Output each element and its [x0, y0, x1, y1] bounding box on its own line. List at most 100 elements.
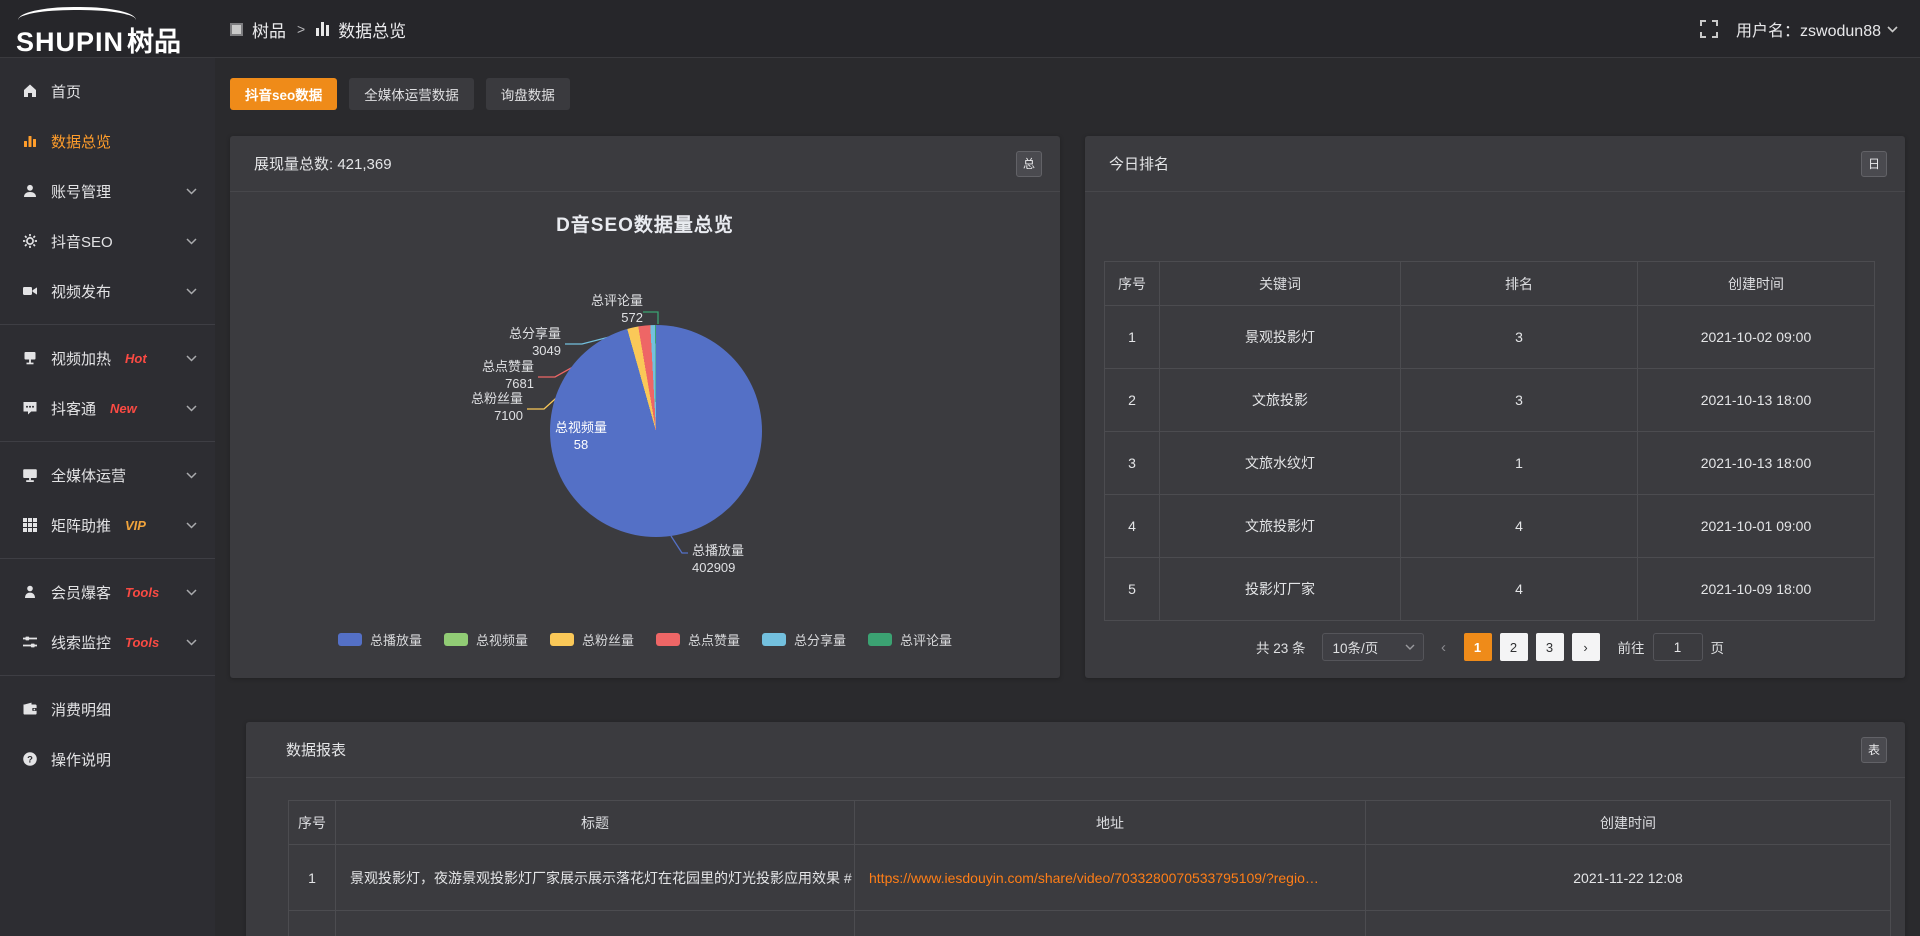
goto-page-input[interactable] [1653, 633, 1703, 661]
legend-label: 总播放量 [370, 630, 422, 649]
chevron-down-icon [186, 589, 197, 596]
user-menu[interactable]: 用户名：zswodun88 [1736, 17, 1898, 41]
monitor-icon [22, 467, 38, 483]
chevron-down-icon [186, 472, 197, 479]
legend-label: 总点赞量 [688, 630, 740, 649]
heat-icon [22, 350, 38, 366]
sidebar-item-label: 矩阵助推 [51, 515, 111, 536]
legend-label: 总视频量 [476, 630, 528, 649]
chevron-down-icon [1405, 644, 1415, 650]
tab-2[interactable]: 全媒体运营数据 [349, 78, 474, 110]
sidebar-item-2[interactable]: 数据总览 [0, 116, 215, 166]
report-table: 序号标题地址创建时间1景观投影灯，夜游景观投影灯厂家展示展示落花灯在花园里的灯光… [288, 800, 1891, 936]
sidebar-item-label: 首页 [51, 81, 81, 102]
sidebar-item-11[interactable]: 线索监控 Tools [0, 617, 215, 667]
data-report-panel: 数据报表 表 序号标题地址创建时间1景观投影灯，夜游景观投影灯厂家展示展示落花灯… [246, 722, 1905, 936]
page-button-2[interactable]: 2 [1500, 633, 1528, 661]
legend-item[interactable]: 总点赞量 [656, 630, 740, 649]
report-panel-title: 数据报表 [286, 739, 346, 760]
tab-1[interactable]: 抖音seo数据 [230, 78, 337, 110]
prev-page-button[interactable]: ‹ [1432, 639, 1456, 656]
legend-swatch [868, 633, 892, 646]
sidebar-item-4[interactable]: 抖音SEO [0, 216, 215, 266]
today-ranking-panel: 今日排名 日 序号关键词排名创建时间1景观投影灯32021-10-02 09:0… [1085, 136, 1905, 678]
pie-label-1: 总播放量402909 [692, 542, 744, 576]
home-icon [22, 83, 38, 99]
legend-item[interactable]: 总评论量 [868, 630, 952, 649]
breadcrumb-home[interactable]: 树品 [252, 17, 286, 42]
sidebar-item-badge: Tools [125, 635, 159, 650]
sidebar-item-9[interactable]: 矩阵助推VIP [0, 500, 215, 550]
table-cell: 4 [1105, 495, 1160, 558]
sidebar-item-8[interactable]: 全媒体运营 [0, 450, 215, 500]
user-icon [22, 183, 38, 199]
table-cell: 2021-10-01 09:00 [1638, 495, 1875, 558]
sidebar-item-label: 视频加热 [51, 348, 111, 369]
sidebar-divider [0, 324, 215, 325]
legend-swatch [338, 633, 362, 646]
sidebar-item-badge: Tools [125, 585, 159, 600]
tab-3[interactable]: 询盘数据 [486, 78, 570, 110]
table-cell: 3 [1105, 432, 1160, 495]
sidebar-item-12[interactable]: 消费明细 [0, 684, 215, 734]
chart-legend: 总播放量 总视频量 总粉丝量 总点赞量 总分享量 总评论量 [230, 630, 1060, 649]
next-page-button[interactable]: › [1572, 633, 1600, 661]
legend-swatch [656, 633, 680, 646]
column-header: 标题 [336, 801, 855, 845]
sidebar-menu: 首页数据总览账号管理抖音SEO视频发布视频加热Hot抖客通New全媒体运营矩阵助… [0, 58, 215, 936]
sidebar-item-label: 消费明细 [51, 699, 111, 720]
chat-icon [22, 400, 38, 416]
sidebar-item-label: 抖客通 [51, 398, 96, 419]
table-row: 5投影灯厂家42021-10-09 18:00 [1105, 558, 1875, 621]
report-link[interactable]: https://www.iesdouyin.com/share/video/70… [869, 870, 1319, 886]
breadcrumb-home-icon [230, 23, 243, 36]
table-cell: 2021-10-13 18:00 [1638, 369, 1875, 432]
page-button-3[interactable]: 3 [1536, 633, 1564, 661]
day-view-button[interactable]: 日 [1861, 151, 1887, 177]
sidebar-item-7[interactable]: 抖客通 New [0, 383, 215, 433]
sidebar-item-1[interactable]: 首页 [0, 66, 215, 116]
sidebar-item-5[interactable]: 视频发布 [0, 266, 215, 316]
table-view-button[interactable]: 表 [1861, 737, 1887, 763]
goto-suffix: 页 [1711, 637, 1725, 657]
total-view-button[interactable]: 总 [1016, 151, 1042, 177]
breadcrumb: 树品 > 数据总览 [230, 0, 406, 58]
data-source-tabs: 抖音seo数据全媒体运营数据询盘数据 [230, 78, 570, 110]
sidebar-item-badge: New [110, 401, 137, 416]
column-header: 序号 [289, 801, 336, 845]
ranking-table: 序号关键词排名创建时间1景观投影灯32021-10-02 09:002文旅投影3… [1104, 261, 1875, 621]
legend-label: 总粉丝量 [582, 630, 634, 649]
sidebar-item-6[interactable]: 视频加热Hot [0, 333, 215, 383]
chevron-down-icon [186, 522, 197, 529]
pie-label-3: 总粉丝量7100 [471, 390, 523, 424]
legend-swatch [550, 633, 574, 646]
table-cell: 1 [1401, 432, 1638, 495]
page-size-select[interactable]: 10条/页 [1322, 633, 1424, 661]
legend-item[interactable]: 总粉丝量 [550, 630, 634, 649]
fullscreen-icon[interactable] [1700, 20, 1718, 38]
legend-swatch [444, 633, 468, 646]
sidebar-divider [0, 675, 215, 676]
legend-item[interactable]: 总分享量 [762, 630, 846, 649]
sidebar-item-13[interactable]: ?操作说明 [0, 734, 215, 784]
sidebar-item-3[interactable]: 账号管理 [0, 166, 215, 216]
sidebar-item-10[interactable]: 会员爆客Tools [0, 567, 215, 617]
table-cell: 3 [1401, 369, 1638, 432]
table-row: 1景观投影灯32021-10-02 09:00 [1105, 306, 1875, 369]
table-cell: 2021-10-02 09:00 [1638, 306, 1875, 369]
sidebar-item-label: 线索监控 [51, 632, 111, 653]
table-row: 4文旅投影灯42021-10-01 09:00 [1105, 495, 1875, 558]
legend-item[interactable]: 总视频量 [444, 630, 528, 649]
pie-label-4: 总点赞量7681 [482, 358, 534, 392]
pagination-total: 共 23 条 [1256, 637, 1306, 657]
legend-label: 总评论量 [900, 630, 952, 649]
column-header: 关键词 [1160, 262, 1401, 306]
table-cell: 文旅水纹灯 [1160, 432, 1401, 495]
sidebar-item-label: 抖音SEO [51, 231, 113, 252]
legend-item[interactable]: 总播放量 [338, 630, 422, 649]
column-header: 创建时间 [1638, 262, 1875, 306]
wallet-icon [22, 701, 38, 717]
page-button-1[interactable]: 1 [1464, 633, 1492, 661]
table-cell: 5 [1105, 558, 1160, 621]
page-size-value: 10条/页 [1333, 637, 1397, 657]
